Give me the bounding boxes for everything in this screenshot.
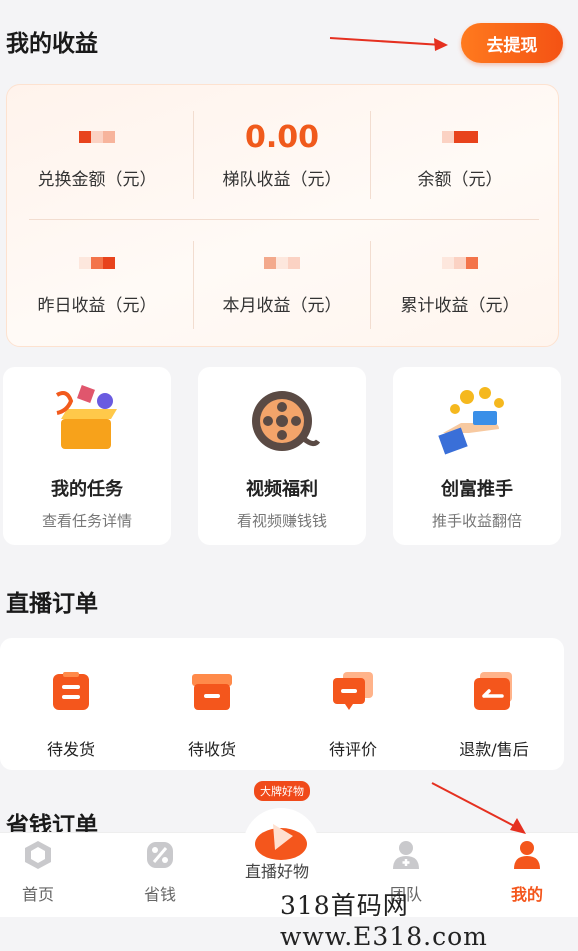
stat-total: 累计收益（元） [370, 243, 550, 316]
tab-label: 直播好物 [245, 862, 310, 881]
feature-title: 视频福利 [246, 479, 318, 500]
stat-exchange-amount: 兑换金额（元） [7, 117, 187, 190]
pending-ship-icon [53, 672, 89, 710]
stat-value-masked [370, 117, 550, 157]
live-icon [255, 824, 307, 860]
pending-review-icon [333, 672, 373, 710]
stat-label: 本月收益（元） [222, 296, 342, 316]
hot-badge: 大牌好物 [254, 781, 310, 801]
order-label: 待收货 [187, 740, 236, 759]
watermark: 318首码网 www.E318.com [280, 891, 488, 951]
stat-value-masked [192, 243, 372, 283]
stat-balance: 余额（元） [370, 117, 550, 190]
stat-value-masked [7, 243, 187, 283]
stat-value-masked [370, 243, 550, 283]
tab-save[interactable]: 省钱 [120, 839, 200, 905]
order-pending-receive[interactable]: 待收货 [157, 672, 267, 760]
stat-label: 昨日收益（元） [37, 296, 157, 316]
pending-receive-icon [192, 674, 232, 710]
tab-label: 省钱 [143, 885, 176, 904]
annotation-arrow [329, 37, 448, 51]
task-box-icon [55, 385, 117, 449]
order-pending-review[interactable]: 待评价 [298, 672, 408, 760]
feature-title: 创富推手 [441, 479, 513, 500]
stat-label: 余额（元） [417, 170, 503, 190]
order-label: 待发货 [46, 740, 95, 759]
earnings-card: 兑换金额（元） 0.00 梯队收益（元） 余额（元） 昨日收益（元） 本月收益（… [6, 84, 559, 347]
stat-this-month: 本月收益（元） [192, 243, 372, 316]
feature-wealth-promoter[interactable]: 创富推手 推手收益翻倍 [393, 367, 561, 545]
earnings-title: 我的收益 [6, 31, 98, 57]
live-orders-title: 直播订单 [6, 591, 98, 617]
feature-subtitle: 查看任务详情 [41, 512, 132, 530]
feature-subtitle: 看视频赚钱钱 [236, 512, 327, 530]
stat-tier-earnings: 0.00 梯队收益（元） [192, 117, 372, 191]
feature-video-welfare[interactable]: 视频福利 看视频赚钱钱 [198, 367, 366, 545]
feature-title: 我的任务 [51, 479, 123, 500]
withdraw-button[interactable]: 去提现 [461, 23, 563, 63]
home-icon [25, 841, 51, 869]
stat-yesterday: 昨日收益（元） [7, 243, 187, 316]
stat-value-masked [7, 117, 187, 157]
stat-label: 兑换金额（元） [37, 170, 157, 190]
stat-value: 0.00 [244, 119, 320, 155]
order-refund[interactable]: 退款/售后 [439, 672, 549, 760]
feature-subtitle: 推手收益翻倍 [431, 512, 522, 530]
live-orders-card: 待发货 待收货 待评价 退款/售后 [0, 638, 564, 770]
annotation-arrow [431, 782, 526, 834]
save-icon [147, 842, 173, 868]
stat-label: 累计收益（元） [400, 296, 520, 316]
order-label: 退款/售后 [459, 740, 529, 759]
stat-label: 梯队收益（元） [222, 170, 342, 190]
divider [29, 219, 539, 220]
refund-icon [474, 672, 512, 710]
feature-my-tasks[interactable]: 我的任务 查看任务详情 [3, 367, 171, 545]
tab-label: 首页 [21, 885, 54, 904]
tab-home[interactable]: 首页 [0, 839, 78, 905]
order-label: 待评价 [328, 740, 377, 759]
tab-live[interactable]: 直播好物 [243, 808, 319, 884]
order-pending-ship[interactable]: 待发货 [16, 672, 126, 760]
film-reel-icon [252, 391, 321, 451]
profile-icon [514, 841, 540, 869]
team-icon [393, 841, 419, 869]
money-hand-icon [438, 387, 504, 455]
